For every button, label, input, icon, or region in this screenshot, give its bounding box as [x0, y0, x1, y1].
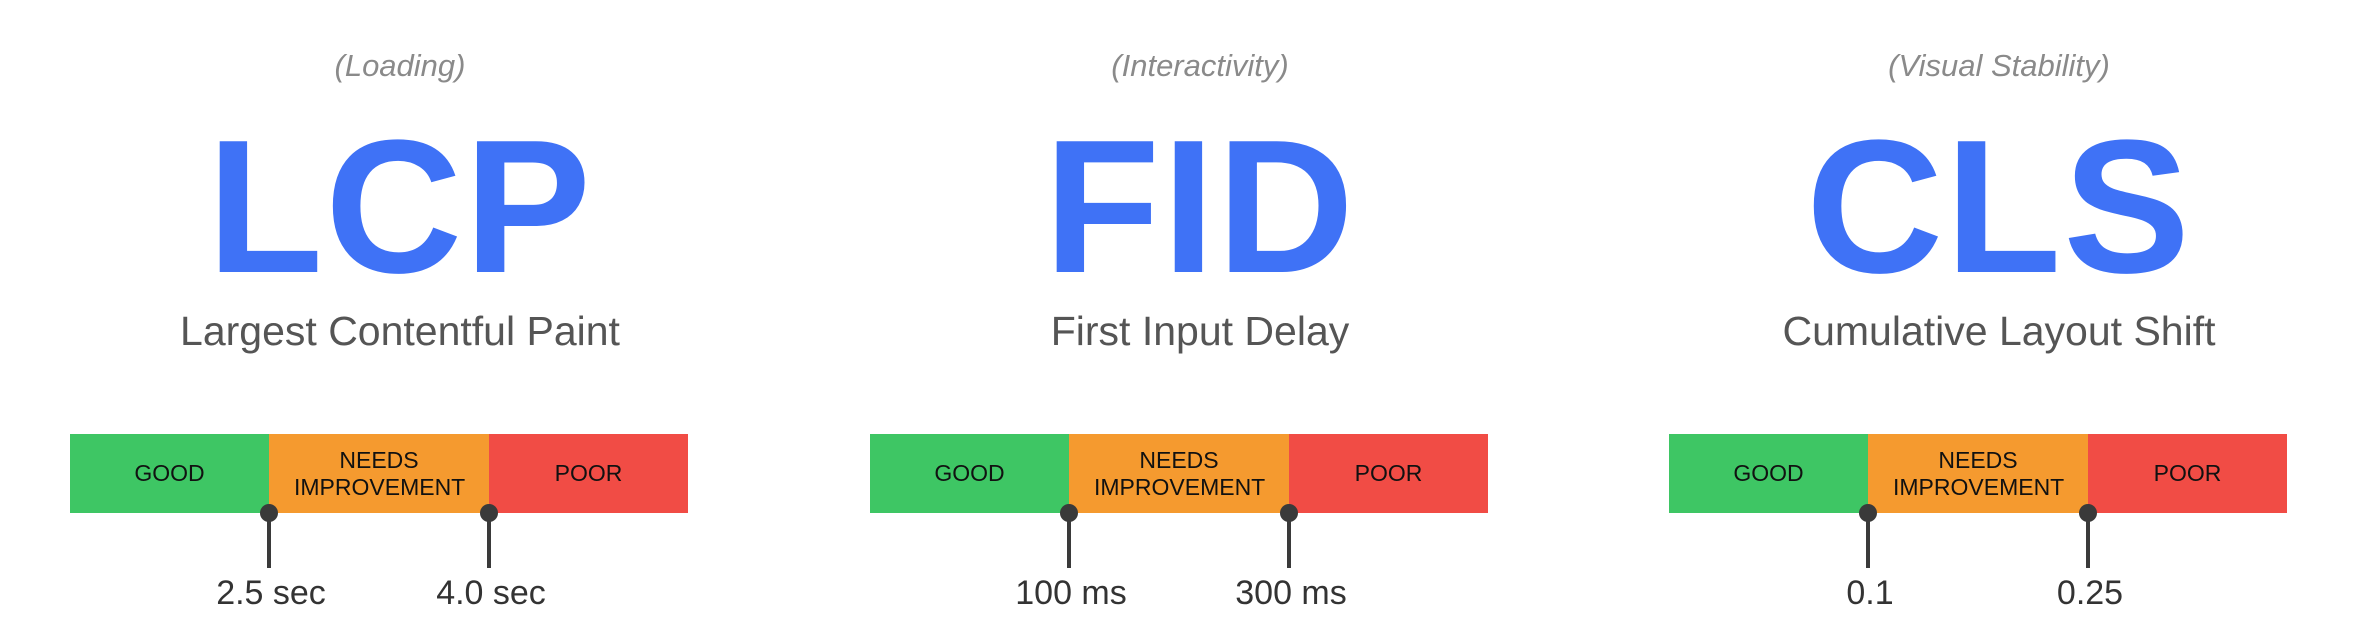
metric-full-name: Largest Contentful Paint [180, 308, 620, 354]
segment-poor: POOR [1289, 434, 1488, 513]
metric-category: (Interactivity) [1111, 48, 1289, 83]
threshold-marker [1060, 504, 1078, 568]
threshold-marker [480, 504, 498, 568]
metric-category: (Visual Stability) [1888, 48, 2110, 83]
threshold-label: 0.1 [1846, 574, 1894, 612]
metric-panel-lcp: (Loading) LCP Largest Contentful Paint G… [0, 0, 800, 641]
metric-abbreviation: FID [1043, 101, 1357, 313]
segment-label: NEEDS IMPROVEMENT [1094, 446, 1266, 500]
threshold-label: 2.5 sec [216, 574, 326, 612]
threshold-label: 4.0 sec [436, 574, 546, 612]
segment-poor: POOR [2088, 434, 2287, 513]
metric-full-name: First Input Delay [1050, 308, 1350, 354]
threshold-marker [1280, 504, 1298, 568]
threshold-marker [2079, 504, 2097, 568]
segment-poor: POOR [489, 434, 688, 513]
metric-abbreviation: LCP [207, 101, 593, 313]
segment-label: NEEDS IMPROVEMENT [294, 446, 466, 500]
metric-abbreviation: CLS [1806, 101, 2192, 313]
threshold-bar: GOOD NEEDS IMPROVEMENT POOR [1669, 434, 2287, 513]
threshold-marker [1859, 504, 1877, 568]
threshold-bar: GOOD NEEDS IMPROVEMENT POOR [870, 434, 1488, 513]
metric-panel-fid: (Interactivity) FID First Input Delay GO… [800, 0, 1600, 641]
threshold-bar: GOOD NEEDS IMPROVEMENT POOR [70, 434, 688, 513]
segment-good: GOOD [70, 434, 269, 513]
threshold-label: 300 ms [1235, 574, 1347, 612]
segment-label: NEEDS IMPROVEMENT [1893, 446, 2065, 500]
threshold-marker [260, 504, 278, 568]
threshold-label: 0.25 [2056, 574, 2124, 612]
metric-full-name: Cumulative Layout Shift [1782, 308, 2216, 354]
segment-good: GOOD [870, 434, 1069, 513]
segment-needs-improvement: NEEDS IMPROVEMENT [1069, 434, 1289, 513]
threshold-label: 100 ms [1015, 574, 1127, 612]
metric-panel-cls: (Visual Stability) CLS Cumulative Layout… [1599, 0, 2372, 641]
segment-good: GOOD [1669, 434, 1868, 513]
metric-category: (Loading) [334, 48, 466, 83]
segment-needs-improvement: NEEDS IMPROVEMENT [269, 434, 489, 513]
segment-needs-improvement: NEEDS IMPROVEMENT [1868, 434, 2088, 513]
